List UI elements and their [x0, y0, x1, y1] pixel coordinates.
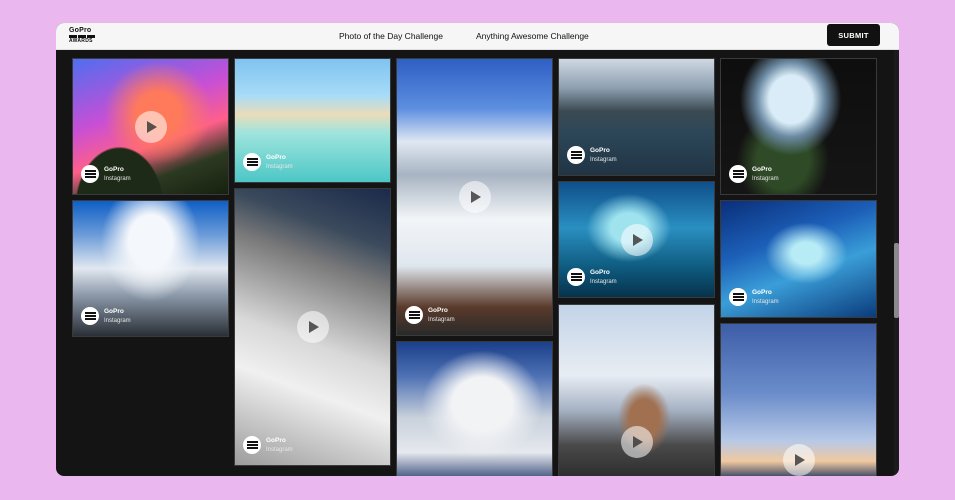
gopro-awards-logo[interactable]: GoPro AWARDS [69, 27, 99, 45]
gallery-tile[interactable]: GoPro Instagram [396, 58, 553, 336]
credit-source: Instagram [266, 447, 293, 453]
gallery-tile[interactable]: GoPro Instagram [234, 188, 391, 466]
play-icon[interactable] [782, 443, 815, 476]
logo-text-top: GoPro [69, 27, 92, 34]
credit-name: GoPro [104, 308, 124, 315]
credit-name: GoPro [266, 154, 286, 161]
credit-source: Instagram [590, 157, 617, 163]
gallery-tile[interactable]: GoPro Instagram [72, 58, 229, 195]
avatar [243, 153, 261, 171]
credit-source: Instagram [590, 279, 617, 285]
gallery-tile[interactable]: GoPro Instagram [720, 200, 877, 318]
submit-button[interactable]: SUBMIT [827, 24, 880, 46]
gallery-tile[interactable] [558, 304, 715, 476]
play-icon[interactable] [620, 425, 653, 458]
credit-source: Instagram [104, 176, 131, 182]
play-icon[interactable] [296, 311, 329, 343]
credit-name: GoPro [266, 437, 286, 444]
credit-source: Instagram [752, 176, 779, 182]
play-icon[interactable] [620, 223, 653, 256]
nav-photo-of-the-day[interactable]: Photo of the Day Challenge [339, 23, 443, 49]
credit-name: GoPro [752, 166, 772, 173]
credit-source: Instagram [104, 318, 131, 324]
avatar [405, 306, 423, 324]
credit-source: Instagram [266, 164, 293, 170]
avatar [81, 307, 99, 325]
avatar [243, 436, 261, 454]
nav-anything-awesome[interactable]: Anything Awesome Challenge [476, 23, 589, 49]
credit-source: Instagram [428, 317, 455, 323]
credit-name: GoPro [590, 147, 610, 154]
credit-name: GoPro [752, 289, 772, 296]
gallery-tile[interactable] [720, 323, 877, 476]
credit-name: GoPro [104, 166, 124, 173]
scrollbar-thumb[interactable] [894, 243, 899, 318]
credit-source: Instagram [752, 299, 779, 305]
gallery-tile[interactable]: GoPro Instagram [234, 58, 391, 183]
avatar [567, 146, 585, 164]
gallery-tile[interactable]: GoPro Instagram [72, 200, 229, 337]
play-icon[interactable] [134, 110, 167, 143]
play-icon[interactable] [458, 181, 491, 213]
logo-text-bottom: AWARDS [69, 38, 93, 44]
avatar [567, 268, 585, 286]
top-navigation-bar: GoPro AWARDS Photo of the Day Challenge … [56, 23, 899, 50]
avatar [729, 165, 747, 183]
gallery-tile[interactable]: GoPro Instagram [720, 58, 877, 195]
avatar [81, 165, 99, 183]
avatar [729, 288, 747, 306]
app-window: GoPro AWARDS Photo of the Day Challenge … [56, 23, 899, 476]
gallery-tile[interactable] [396, 341, 553, 476]
credit-name: GoPro [428, 307, 448, 314]
gallery-tile[interactable]: GoPro Instagram [558, 58, 715, 176]
credit-name: GoPro [590, 269, 610, 276]
gallery-tile[interactable]: GoPro Instagram [558, 181, 715, 298]
